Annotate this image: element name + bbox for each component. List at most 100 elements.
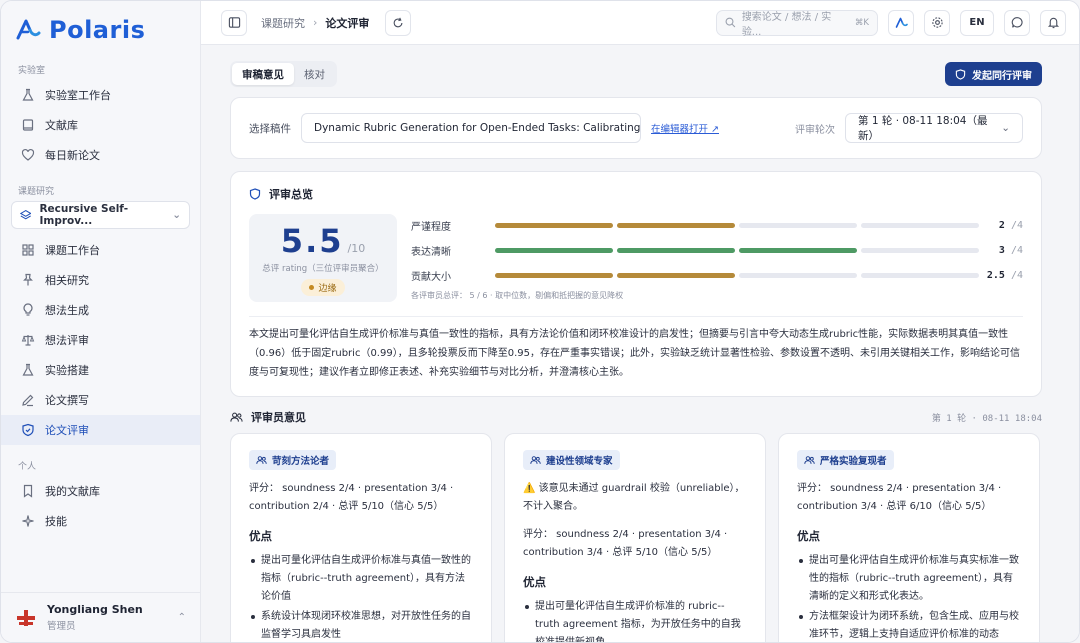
language-toggle[interactable]: EN: [960, 9, 994, 36]
metric-row: 贡献大小 2.5 /4: [411, 264, 1023, 286]
round-select[interactable]: 第 1 轮 · 08-11 18:04（最新） ⌄: [845, 113, 1023, 143]
sidebar-item-project-3[interactable]: 想法评审: [1, 325, 200, 355]
refresh-button[interactable]: [385, 9, 412, 36]
overview-title: 评审总览: [269, 188, 313, 201]
sidebar: Polaris 实验室 实验室工作台 文献库 每日新论文 课题研究 Recursiv…: [1, 1, 201, 642]
chevron-up-icon: ⌃: [177, 612, 186, 623]
sidebar-item-personal-1[interactable]: 技能: [1, 506, 200, 536]
sparkle-icon: [21, 514, 35, 528]
review-summary: 本文提出可量化评估自生成评价标准与真值一致性的指标，具有方法论价值和闭环校准设计…: [249, 316, 1023, 382]
reviewer-role: 建设性领域专家: [546, 456, 613, 467]
search-input[interactable]: 搜索论文 / 想法 / 实验... ⌘K: [716, 9, 878, 38]
metric-value: 3 /4: [979, 245, 1023, 256]
sidebar-item-label: 每日新论文: [45, 149, 100, 162]
shield-icon: [21, 423, 35, 437]
reviewer-tag: 建设性领域专家: [523, 450, 620, 470]
reviewer-tag: 严格实验复现者: [797, 450, 894, 470]
bookmark-icon: [21, 484, 35, 498]
sidebar-item-lab-0[interactable]: 实验室工作台: [1, 80, 200, 110]
sidebar-item-project-1[interactable]: 相关研究: [1, 265, 200, 295]
app-name: Polaris: [49, 16, 146, 44]
book-icon: [21, 118, 35, 132]
manuscript-select-value: Dynamic Rubric Generation for Open-Ended…: [314, 122, 641, 134]
lightbulb-icon: [21, 303, 35, 317]
sidebar-item-label: 文献库: [45, 119, 78, 132]
metric-bar: [495, 247, 979, 253]
metric-label: 严谨程度: [411, 221, 451, 233]
round-label: 评审轮次: [795, 124, 835, 136]
tab-verify[interactable]: 核对: [294, 63, 335, 85]
reviewer-score-line: 评分： soundness 2/4 · presentation 3/4 · c…: [523, 529, 728, 558]
reviewer-tag: 苛刻方法论者: [249, 450, 337, 470]
user-role: 管理员: [47, 621, 76, 632]
list-item: 方法框架设计为闭环系统，包含生成、应用与校准环节，逻辑上支持自适应评价标准的动态: [797, 608, 1021, 642]
reviewer-card: 苛刻方法论者 评分： soundness 2/4 · presentation 3…: [230, 433, 492, 642]
metric-bar-segment: [617, 247, 735, 253]
sidebar-toggle-button[interactable]: [221, 9, 247, 36]
metrics: 严谨程度 2 /4 表达清晰 3 /4 贡献大小 2.5 /4 各评审员总评： 5 / 6…: [411, 214, 1023, 302]
sidebar-item-label: 实验室工作台: [45, 89, 111, 102]
metric-bar-segment: [861, 247, 979, 253]
sidebar-item-project-6[interactable]: 论文评审: [1, 415, 200, 445]
flask-icon: [21, 363, 35, 377]
sidebar-item-label: 想法评审: [45, 334, 89, 347]
list-item: 提出可量化评估自生成评价标准与真实标准一致性的指标（rubric--truth …: [797, 552, 1021, 606]
chevron-down-icon: ⌄: [1001, 122, 1010, 134]
sidebar-item-project-5[interactable]: 论文撰写: [1, 385, 200, 415]
metric-max: /4: [1010, 219, 1023, 231]
reviewer-role: 严格实验复现者: [820, 456, 887, 467]
pin-icon: [21, 273, 35, 287]
strengths-heading: 优点: [523, 575, 546, 589]
strengths-heading: 优点: [249, 529, 272, 543]
reviewers-round-meta: 第 1 轮 · 08-11 18:04: [931, 413, 1042, 424]
chevron-down-icon: ⌄: [172, 209, 181, 221]
metric-score: 2.5: [986, 269, 1005, 281]
users-icon: [256, 456, 267, 464]
assistant-button[interactable]: [888, 9, 914, 36]
metric-value: 2 /4: [979, 220, 1023, 231]
sidebar-item-project-0[interactable]: 课题工作台: [1, 235, 200, 265]
view-tabs: 审稿意见 核对: [230, 61, 337, 87]
polaris-logo-icon: [16, 19, 41, 40]
metric-bar-segment: [495, 272, 613, 278]
user-menu[interactable]: Yongliang Shen 管理员 ⌃: [1, 592, 200, 642]
overall-score-box: 5.5 /10 总评 rating（三位评审员聚合） 边缘: [249, 214, 397, 302]
sidebar-item-personal-0[interactable]: 我的文献库: [1, 476, 200, 506]
metric-label: 贡献大小: [411, 271, 451, 283]
reviewer-role: 苛刻方法论者: [272, 456, 330, 467]
strengths-list: 提出可量化评估自生成评价标准的 rubric--truth agreement …: [523, 598, 747, 642]
messages-button[interactable]: [1004, 9, 1030, 36]
flask-icon: [21, 88, 35, 102]
bell-icon: [1047, 17, 1059, 29]
sidebar-item-lab-2[interactable]: 每日新论文: [1, 140, 200, 170]
logo[interactable]: Polaris: [1, 1, 200, 45]
refresh-icon: [394, 17, 403, 27]
start-peer-review-button[interactable]: 发起同行评审: [945, 62, 1042, 86]
users-icon: [804, 456, 815, 464]
users-icon: [230, 411, 243, 423]
search-icon: [725, 17, 736, 28]
settings-button[interactable]: [924, 9, 950, 36]
breadcrumb-current: 论文评审: [325, 16, 370, 30]
topbar: 课题研究 › 论文评审 搜索论文 / 想法 / 实验... ⌘K EN: [201, 1, 1079, 45]
project-select[interactable]: Recursive Self-Improv... ⌄: [11, 201, 190, 229]
round-select-value: 第 1 轮 · 08-11 18:04（最新）: [858, 115, 988, 142]
verdict-label: 边缘: [318, 284, 337, 294]
overall-score-denominator: /10: [347, 242, 366, 255]
sidebar-item-lab-1[interactable]: 文献库: [1, 110, 200, 140]
nav-section-lab: 实验室: [18, 66, 46, 76]
tab-review-comments[interactable]: 审稿意见: [232, 63, 294, 85]
metric-bar: [495, 222, 979, 228]
reviewer-card: 建设性领域专家 ⚠️ 该意见未通过 guardrail 校验（unreliable…: [504, 433, 766, 642]
sidebar-item-project-4[interactable]: 实验搭建: [1, 355, 200, 385]
breadcrumb-parent[interactable]: 课题研究: [261, 15, 305, 31]
metric-label: 表达清晰: [411, 246, 451, 258]
metric-bar-segment: [495, 222, 613, 228]
notifications-button[interactable]: [1040, 9, 1066, 36]
nav-section-personal: 个人: [18, 462, 37, 472]
manuscript-select[interactable]: Dynamic Rubric Generation for Open-Ended…: [301, 113, 641, 143]
metric-bar-segment: [739, 272, 857, 278]
open-in-editor-link[interactable]: 在编辑器打开 ↗: [651, 121, 719, 135]
overall-score-caption: 总评 rating（三位评审员聚合）: [262, 264, 384, 274]
sidebar-item-project-2[interactable]: 想法生成: [1, 295, 200, 325]
